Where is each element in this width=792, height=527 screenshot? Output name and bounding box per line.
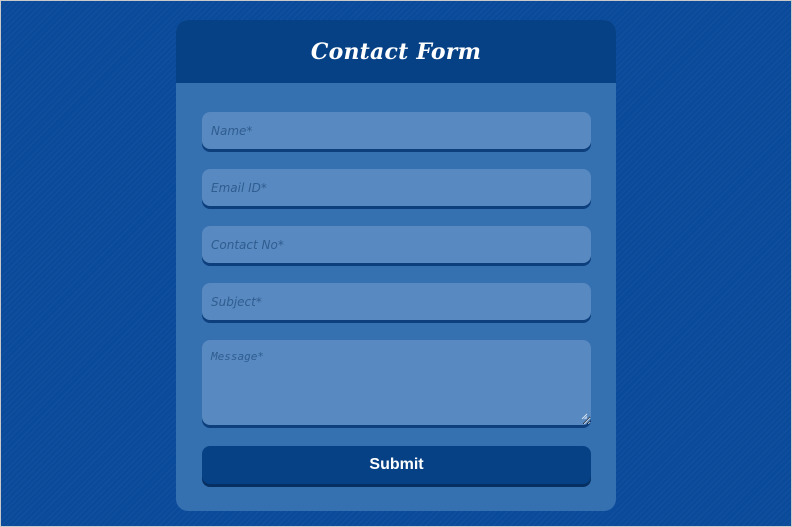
message-textarea[interactable] [202,340,591,425]
name-input[interactable] [202,112,591,149]
subject-input[interactable] [202,283,591,320]
form-title: Contact Form [310,38,482,65]
form-header: Contact Form [176,20,616,83]
contact-form-card: Contact Form Submit [176,20,616,511]
resize-handle-icon[interactable] [581,413,588,420]
email-input[interactable] [202,169,591,206]
submit-button[interactable]: Submit [202,446,591,484]
contact-number-input[interactable] [202,226,591,263]
